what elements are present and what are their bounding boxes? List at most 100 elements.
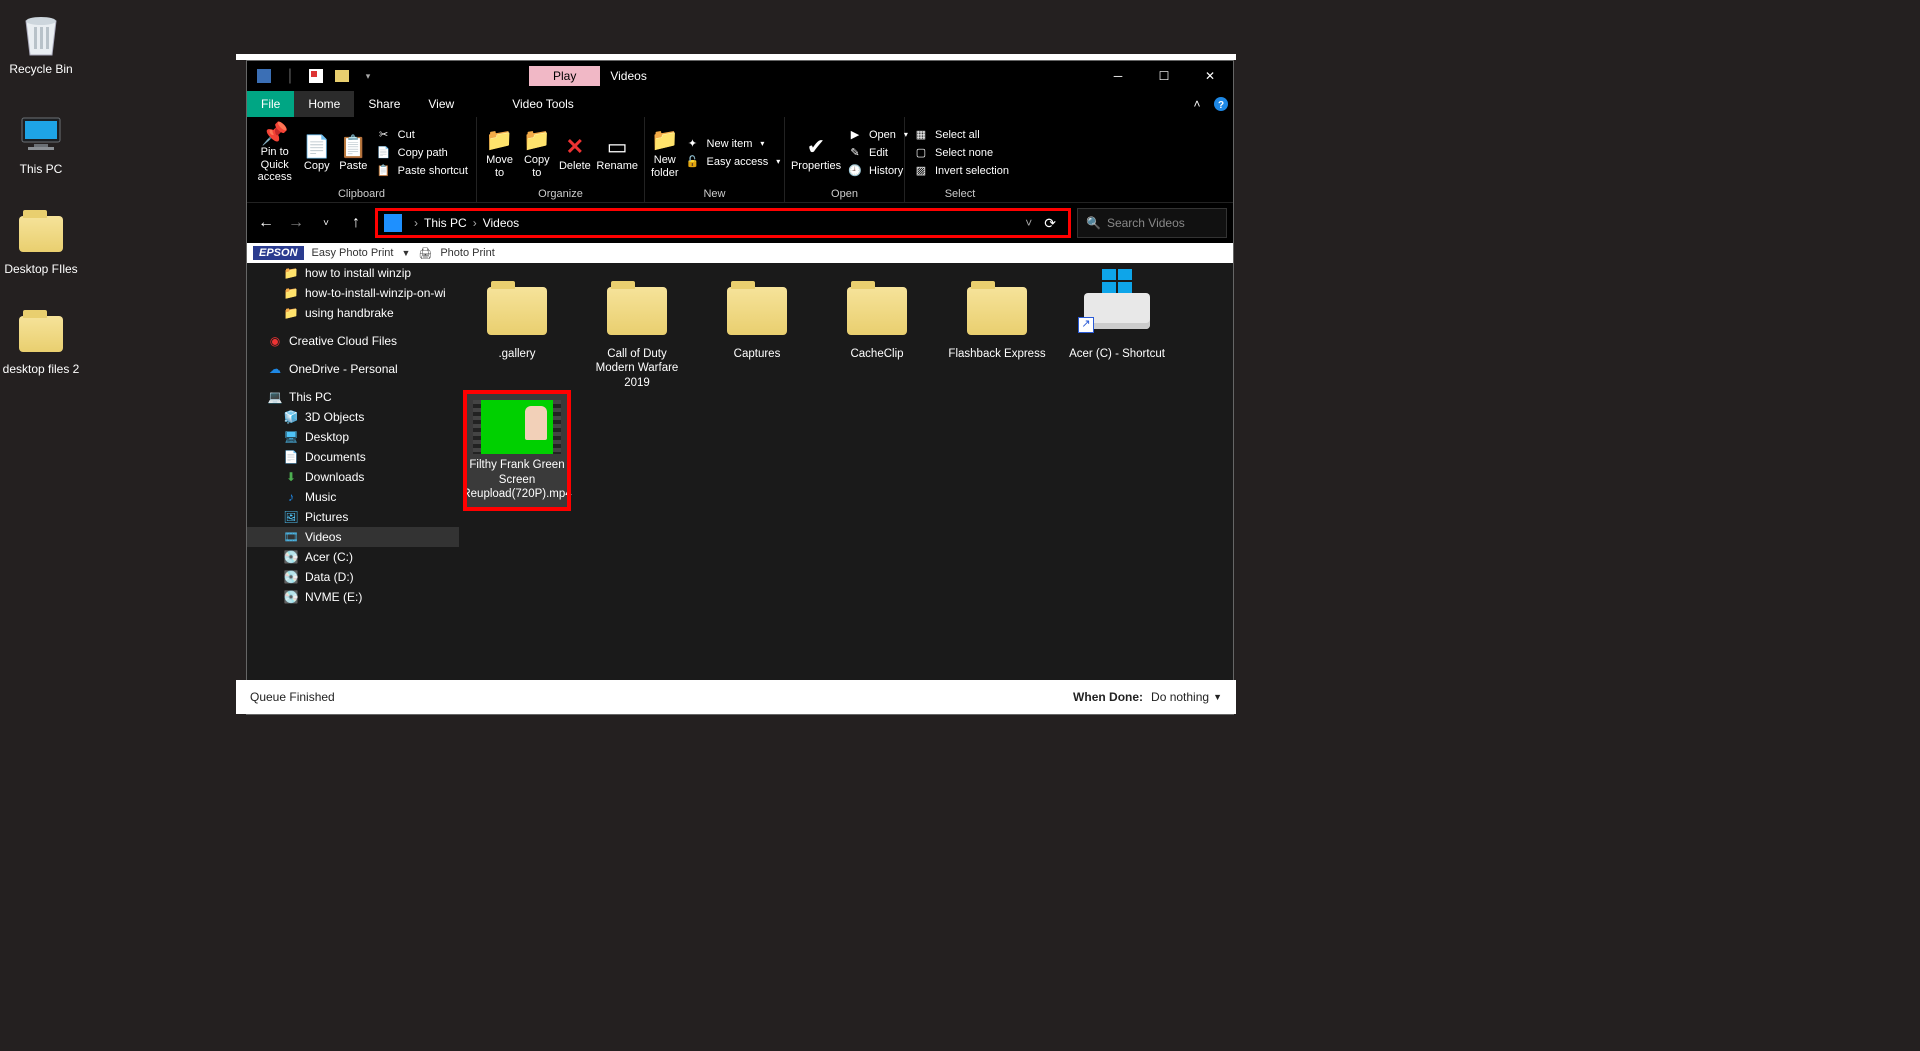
sidebar-item-pictures[interactable]: 🖼Pictures bbox=[247, 507, 459, 527]
back-button[interactable]: ← bbox=[253, 210, 279, 236]
copy-to-button[interactable]: 📁Copy to bbox=[518, 121, 555, 185]
history-button[interactable]: 🕘History bbox=[843, 162, 912, 179]
queue-status-bar: Queue Finished When Done: Do nothing ▼ bbox=[236, 680, 1236, 714]
recent-locations-button[interactable]: ˅ bbox=[313, 210, 339, 236]
minimize-button[interactable]: ─ bbox=[1095, 61, 1141, 91]
sidebar-item-videos[interactable]: 🎞Videos bbox=[247, 527, 459, 547]
home-tab[interactable]: Home bbox=[294, 91, 354, 117]
address-bar-row: ← → ˅ ↑ › This PC › Videos ˅ ⟳ 🔍 Search … bbox=[247, 203, 1233, 243]
sidebar-item-acer-c[interactable]: 💽Acer (C:) bbox=[247, 547, 459, 567]
sidebar-item-desktop[interactable]: 🖥Desktop bbox=[247, 427, 459, 447]
sidebar-item-downloads[interactable]: ⬇Downloads bbox=[247, 467, 459, 487]
search-placeholder: Search Videos bbox=[1107, 216, 1185, 230]
sidebar-item-qa3[interactable]: 📁using handbrake bbox=[247, 303, 459, 323]
copy-icon: 📄 bbox=[303, 132, 330, 160]
sidebar-item-data-d[interactable]: 💽Data (D:) bbox=[247, 567, 459, 587]
edit-button[interactable]: ✎Edit bbox=[843, 144, 912, 161]
qat-folder-icon[interactable] bbox=[331, 65, 353, 87]
close-button[interactable]: ✕ bbox=[1187, 61, 1233, 91]
pin-quick-access-button[interactable]: 📌Pin to Quick access bbox=[251, 121, 298, 185]
up-button[interactable]: ↑ bbox=[343, 210, 369, 236]
qat-properties-icon[interactable] bbox=[305, 65, 327, 87]
shortcut-item-acer-c[interactable]: ↗ Acer (C) - Shortcut bbox=[1067, 279, 1167, 390]
folder-item-cod[interactable]: Call of Duty Modern Warfare 2019 bbox=[587, 279, 687, 390]
system-menu-icon[interactable] bbox=[253, 65, 275, 87]
folder-item-gallery[interactable]: .gallery bbox=[467, 279, 567, 390]
help-button[interactable]: ? bbox=[1209, 91, 1233, 117]
copy-button[interactable]: 📄Copy bbox=[298, 121, 335, 185]
rename-button[interactable]: ▭Rename bbox=[594, 121, 640, 185]
folder-icon bbox=[17, 210, 65, 258]
file-list[interactable]: .gallery Call of Duty Modern Warfare 201… bbox=[459, 263, 1233, 692]
file-item-label: .gallery bbox=[498, 347, 535, 361]
ribbon-button-label: Delete bbox=[559, 160, 591, 173]
maximize-button[interactable]: ☐ bbox=[1141, 61, 1187, 91]
desktop-icon-recycle-bin[interactable]: Recycle Bin bbox=[2, 10, 80, 76]
ribbon-button-label: Rename bbox=[596, 160, 638, 173]
ribbon-button-label: Properties bbox=[791, 160, 841, 173]
share-tab[interactable]: Share bbox=[354, 91, 414, 117]
titlebar[interactable]: | ▾ Play Videos ─ ☐ ✕ bbox=[247, 61, 1233, 91]
collapse-ribbon-button[interactable]: ˄ bbox=[1185, 91, 1209, 117]
copy-path-icon: 📄 bbox=[376, 146, 392, 159]
qat-dropdown-icon[interactable]: ▾ bbox=[357, 65, 379, 87]
desktop-icon-desktop-files-2[interactable]: desktop files 2 bbox=[2, 310, 80, 376]
folder-icon bbox=[722, 279, 792, 343]
ribbon: 📌Pin to Quick access 📄Copy 📋Paste ✂Cut 📄… bbox=[247, 117, 1233, 203]
sidebar-item-this-pc[interactable]: 💻This PC bbox=[247, 387, 459, 407]
sidebar-item-documents[interactable]: 📄Documents bbox=[247, 447, 459, 467]
file-item-label: Filthy Frank Green Screen Reupload(720P)… bbox=[462, 458, 571, 501]
cut-button[interactable]: ✂Cut bbox=[372, 126, 472, 143]
contextual-tab-play[interactable]: Play bbox=[529, 66, 600, 86]
sidebar-item-qa1[interactable]: 📁how to install winzip bbox=[247, 263, 459, 283]
dropdown-icon[interactable]: ▼ bbox=[401, 248, 410, 258]
desktop-icon-desktop-files[interactable]: Desktop FIles bbox=[2, 210, 80, 276]
breadcrumb-segment-videos[interactable]: Videos bbox=[483, 216, 519, 230]
forward-button[interactable]: → bbox=[283, 210, 309, 236]
folder-item-flashback[interactable]: Flashback Express bbox=[947, 279, 1047, 390]
file-tab[interactable]: File bbox=[247, 91, 294, 117]
paste-button[interactable]: 📋Paste bbox=[335, 121, 372, 185]
select-all-button[interactable]: ▦Select all bbox=[909, 126, 1013, 143]
easy-access-button[interactable]: 🔓Easy access▾ bbox=[681, 153, 785, 170]
sidebar-item-onedrive[interactable]: ☁OneDrive - Personal bbox=[247, 359, 459, 379]
move-to-button[interactable]: 📁Move to bbox=[481, 121, 518, 185]
epson-easy-photo-print[interactable]: Easy Photo Print bbox=[312, 247, 394, 259]
sidebar-item-qa2[interactable]: 📁how-to-install-winzip-on-wi bbox=[247, 283, 459, 303]
tab-label: Share bbox=[368, 97, 400, 111]
desktop-icon-this-pc[interactable]: This PC bbox=[2, 110, 80, 176]
video-item-filthy-frank[interactable]: Filthy Frank Green Screen Reupload(720P)… bbox=[467, 394, 567, 507]
video-tools-tab[interactable]: Video Tools bbox=[498, 91, 588, 117]
select-none-button[interactable]: ▢Select none bbox=[909, 144, 1013, 161]
sidebar-item-creative-cloud[interactable]: ◉Creative Cloud Files bbox=[247, 331, 459, 351]
when-done-dropdown[interactable]: Do nothing ▼ bbox=[1151, 690, 1222, 704]
delete-button[interactable]: ✕Delete bbox=[555, 121, 594, 185]
properties-button[interactable]: ✔Properties bbox=[789, 121, 843, 185]
copy-path-button[interactable]: 📄Copy path bbox=[372, 144, 472, 161]
3d-objects-icon: 🧊 bbox=[283, 410, 299, 424]
address-dropdown-button[interactable]: ˅ bbox=[1019, 216, 1038, 230]
sidebar-item-label: Music bbox=[305, 490, 336, 504]
navigation-pane[interactable]: 📁how to install winzip 📁how-to-install-w… bbox=[247, 263, 459, 692]
address-bar[interactable]: › This PC › Videos ˅ ⟳ bbox=[375, 208, 1071, 238]
new-folder-button[interactable]: 📁New folder bbox=[649, 121, 681, 185]
breadcrumb-segment-thispc[interactable]: This PC bbox=[424, 216, 467, 230]
epson-photo-print[interactable]: Photo Print bbox=[440, 247, 494, 259]
epson-toolbar: EPSON Easy Photo Print ▼ 🖨 Photo Print bbox=[247, 243, 1233, 263]
paste-shortcut-button[interactable]: 📋Paste shortcut bbox=[372, 162, 472, 179]
sidebar-item-3d-objects[interactable]: 🧊3D Objects bbox=[247, 407, 459, 427]
new-item-button[interactable]: ✦New item▾ bbox=[681, 135, 785, 152]
sidebar-item-nvme-e[interactable]: 💽NVME (E:) bbox=[247, 587, 459, 607]
sidebar-item-music[interactable]: ♪Music bbox=[247, 487, 459, 507]
refresh-button[interactable]: ⟳ bbox=[1038, 215, 1062, 232]
folder-item-captures[interactable]: Captures bbox=[707, 279, 807, 390]
folder-item-cacheclip[interactable]: CacheClip bbox=[827, 279, 927, 390]
tab-label: File bbox=[261, 97, 280, 111]
recycle-bin-icon bbox=[17, 10, 65, 58]
open-button[interactable]: ▶Open▾ bbox=[843, 126, 912, 143]
search-box[interactable]: 🔍 Search Videos bbox=[1077, 208, 1227, 238]
tab-label: View bbox=[428, 97, 454, 111]
ribbon-button-label: Copy bbox=[304, 160, 330, 173]
invert-selection-button[interactable]: ▨Invert selection bbox=[909, 162, 1013, 179]
view-tab[interactable]: View bbox=[414, 91, 468, 117]
